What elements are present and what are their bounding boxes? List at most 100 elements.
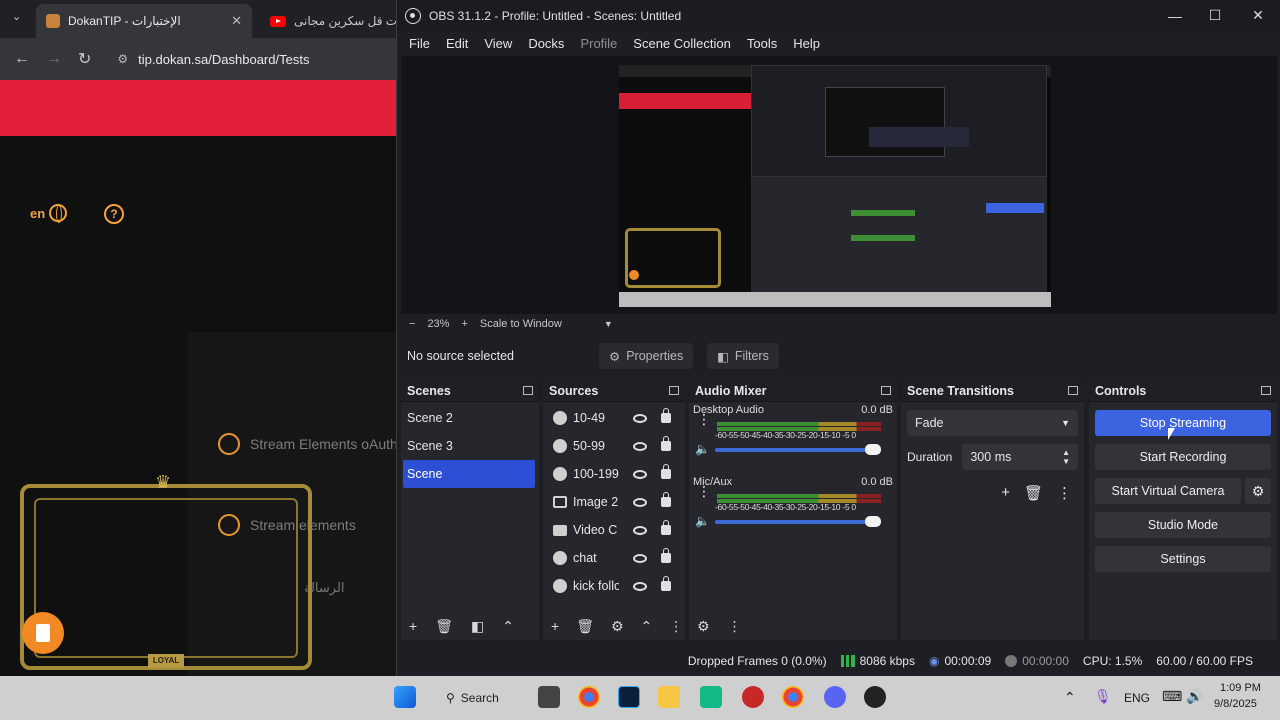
- duration-stepper-icon[interactable]: ▲ ▼: [1062, 448, 1070, 466]
- discord-icon[interactable]: [824, 686, 846, 708]
- move-up-icon[interactable]: ⌃: [502, 618, 514, 635]
- tab-close-icon[interactable]: ✕: [231, 13, 242, 29]
- virtual-camera-gear-icon[interactable]: ⚙: [1245, 478, 1271, 504]
- stream-elements-oauth-option[interactable]: Stream Elements oAuth: [218, 433, 398, 455]
- visibility-eye-icon[interactable]: [633, 581, 647, 591]
- source-item[interactable]: 50-99: [543, 432, 685, 460]
- lock-icon[interactable]: [661, 576, 671, 591]
- source-item[interactable]: kick follo: [543, 572, 685, 600]
- lock-icon[interactable]: [661, 548, 671, 563]
- dock-popout-icon[interactable]: [523, 386, 533, 395]
- scene-filters-icon[interactable]: ◧: [471, 618, 484, 635]
- visibility-eye-icon[interactable]: [633, 469, 647, 479]
- scene-item[interactable]: Scene 2: [401, 404, 539, 432]
- visibility-eye-icon[interactable]: [633, 413, 647, 423]
- settings-button[interactable]: Settings: [1095, 546, 1271, 572]
- obs-taskbar-icon[interactable]: [864, 686, 886, 708]
- menu-view[interactable]: View: [476, 36, 520, 51]
- speaker-icon[interactable]: 🔈: [695, 442, 710, 456]
- volume-slider-handle[interactable]: [865, 444, 881, 455]
- scale-mode-dropdown-icon[interactable]: ▼: [604, 319, 613, 329]
- speaker-icon[interactable]: 🔈: [695, 514, 710, 528]
- visibility-eye-icon[interactable]: [633, 497, 647, 507]
- move-up-icon[interactable]: ⌃: [641, 618, 653, 635]
- source-item[interactable]: 10-49: [543, 404, 685, 432]
- transition-options-icon[interactable]: ⋮: [1057, 484, 1072, 502]
- advanced-audio-gear-icon[interactable]: ⚙: [697, 618, 710, 635]
- more-options-icon[interactable]: ⋮: [728, 618, 742, 635]
- source-item[interactable]: Video C: [543, 516, 685, 544]
- clock-date[interactable]: 9/8/2025: [1214, 698, 1257, 710]
- source-properties-gear-icon[interactable]: ⚙: [611, 618, 624, 635]
- zoom-out-button[interactable]: −: [409, 318, 415, 330]
- properties-button[interactable]: ⚙ Properties: [599, 343, 694, 369]
- microphone-icon[interactable]: 🎙: [1094, 688, 1112, 705]
- transition-type-select[interactable]: Fade ▼: [907, 410, 1078, 436]
- studio-mode-button[interactable]: Studio Mode: [1095, 512, 1271, 538]
- chat-widget-button[interactable]: [22, 612, 64, 654]
- browser-tab-dokantip[interactable]: DokanTIP - الإختبارات ✕: [36, 4, 252, 38]
- maximize-icon[interactable]: ☐: [1194, 0, 1236, 31]
- chrome-icon[interactable]: [578, 686, 600, 708]
- app-icon[interactable]: [700, 686, 722, 708]
- volume-icon[interactable]: 🔊: [1186, 688, 1203, 705]
- menu-help[interactable]: Help: [785, 36, 828, 51]
- photoshop-icon[interactable]: [618, 686, 640, 708]
- source-item[interactable]: 100-199: [543, 460, 685, 488]
- remove-source-icon[interactable]: 🗑: [576, 618, 594, 635]
- preview-canvas[interactable]: [401, 56, 1277, 314]
- visibility-eye-icon[interactable]: [633, 441, 647, 451]
- reload-icon[interactable]: ↻: [78, 49, 91, 69]
- add-transition-icon[interactable]: +: [1001, 484, 1010, 502]
- menu-scene-collection[interactable]: Scene Collection: [625, 36, 739, 51]
- dock-popout-icon[interactable]: [881, 386, 891, 395]
- lock-icon[interactable]: [661, 436, 671, 451]
- app-icon[interactable]: [742, 686, 764, 708]
- dock-popout-icon[interactable]: [1261, 386, 1271, 395]
- duration-input[interactable]: 300 ms ▲ ▼: [962, 444, 1078, 470]
- forward-arrow-icon[interactable]: →: [46, 50, 62, 68]
- tab-search-chevron-icon[interactable]: ⌄: [12, 10, 21, 23]
- add-source-icon[interactable]: +: [551, 618, 559, 634]
- clock-time[interactable]: 1:09 PM: [1220, 682, 1261, 694]
- stop-streaming-button[interactable]: Stop Streaming: [1095, 410, 1271, 436]
- volume-slider[interactable]: [715, 448, 881, 452]
- language-switch[interactable]: en: [30, 204, 68, 223]
- start-recording-button[interactable]: Start Recording: [1095, 444, 1271, 470]
- zoom-in-button[interactable]: +: [461, 318, 467, 330]
- dock-popout-icon[interactable]: [669, 386, 679, 395]
- lock-icon[interactable]: [661, 464, 671, 479]
- tray-chevron-up-icon[interactable]: ⌃: [1064, 689, 1076, 706]
- help-icon[interactable]: ?: [104, 204, 124, 224]
- menu-docks[interactable]: Docks: [520, 36, 572, 51]
- minimize-icon[interactable]: —: [1154, 0, 1196, 31]
- visibility-eye-icon[interactable]: [633, 525, 647, 535]
- channel-menu-icon[interactable]: ⋮: [697, 484, 711, 498]
- menu-tools[interactable]: Tools: [739, 36, 785, 51]
- remove-transition-icon[interactable]: 🗑: [1024, 484, 1043, 502]
- remove-scene-icon[interactable]: 🗑: [435, 618, 453, 635]
- scene-item[interactable]: Scene 3: [401, 432, 539, 460]
- browser-tab-youtube[interactable]: ت قل سكرين مجانى -: [262, 4, 402, 38]
- visibility-eye-icon[interactable]: [633, 553, 647, 563]
- lock-icon[interactable]: [661, 492, 671, 507]
- taskbar-search[interactable]: ⚲ Search: [446, 686, 499, 710]
- close-icon[interactable]: ✕: [1237, 0, 1279, 31]
- dock-popout-icon[interactable]: [1068, 386, 1078, 395]
- add-scene-icon[interactable]: +: [409, 618, 417, 634]
- source-item[interactable]: Image 2: [543, 488, 685, 516]
- chrome-icon[interactable]: [782, 686, 804, 708]
- windows-start-icon[interactable]: [394, 686, 416, 708]
- channel-menu-icon[interactable]: ⋮: [697, 412, 711, 426]
- scene-item-selected[interactable]: Scene: [403, 460, 535, 488]
- task-view-icon[interactable]: [538, 686, 560, 708]
- back-arrow-icon[interactable]: ←: [14, 50, 30, 68]
- lock-icon[interactable]: [661, 520, 671, 535]
- menu-edit[interactable]: Edit: [438, 36, 476, 51]
- volume-slider[interactable]: [715, 520, 881, 524]
- menu-file[interactable]: File: [401, 36, 438, 51]
- lock-icon[interactable]: [661, 408, 671, 423]
- more-options-icon[interactable]: ⋮: [669, 618, 683, 635]
- url-field[interactable]: ⚙ tip.dokan.sa/Dashboard/Tests: [117, 52, 309, 67]
- file-explorer-icon[interactable]: [658, 686, 680, 708]
